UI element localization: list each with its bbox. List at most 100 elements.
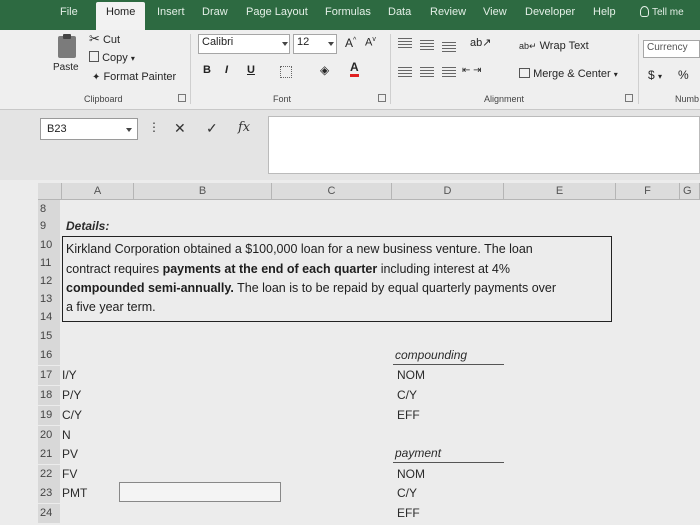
currency-button[interactable]: $ ▾: [648, 68, 662, 82]
pmt-input-cell[interactable]: [119, 482, 281, 502]
clipboard-clip-icon: [63, 34, 71, 39]
name-box[interactable]: B23: [40, 118, 138, 140]
tab-review[interactable]: Review: [430, 6, 466, 18]
align-top-icon[interactable]: [398, 38, 412, 48]
brush-icon: ✦: [92, 72, 101, 83]
compounding-nom: NOM: [397, 368, 425, 382]
row-header-13[interactable]: 13: [38, 290, 60, 309]
paste-button[interactable]: Paste: [50, 34, 84, 84]
underline-button[interactable]: U: [247, 64, 255, 76]
tab-page-layout[interactable]: Page Layout: [246, 6, 308, 18]
row-header-22[interactable]: 22: [38, 465, 60, 484]
details-text: contract requires: [66, 262, 163, 276]
borders-icon[interactable]: [280, 66, 292, 78]
tab-data[interactable]: Data: [388, 6, 411, 18]
tab-developer[interactable]: Developer: [525, 6, 575, 18]
tab-insert[interactable]: Insert: [157, 6, 185, 18]
label-cell-n[interactable]: N: [62, 426, 71, 444]
row-header-16[interactable]: 16: [38, 346, 60, 365]
italic-button[interactable]: I: [225, 64, 228, 76]
cancel-icon[interactable]: ✕: [174, 120, 186, 137]
label-cell-pv[interactable]: PV: [62, 445, 78, 463]
orientation-icon[interactable]: ab↗: [470, 36, 491, 49]
row-header-23[interactable]: 23: [38, 484, 60, 503]
column-header-b[interactable]: B: [134, 183, 272, 200]
label-cell-iy[interactable]: I/Y: [62, 366, 77, 384]
tab-draw[interactable]: Draw: [202, 6, 228, 18]
label-cell-pmt[interactable]: PMT: [62, 484, 87, 502]
details-text: Kirkland Corporation obtained a $100,000…: [66, 242, 533, 256]
label-cell-cy[interactable]: C/Y: [62, 406, 82, 424]
row-header-12[interactable]: 12: [38, 272, 60, 291]
row-header-24[interactable]: 24: [38, 504, 60, 523]
cut-button[interactable]: ✂ Cut: [89, 31, 120, 47]
row-header-15[interactable]: 15: [38, 327, 60, 346]
column-header-g[interactable]: G: [680, 183, 700, 200]
align-left-icon[interactable]: [398, 67, 412, 77]
label-cell-py[interactable]: P/Y: [62, 386, 81, 404]
tell-me-search[interactable]: Tell me: [640, 6, 684, 18]
align-center-icon[interactable]: [420, 67, 434, 77]
bold-button[interactable]: B: [203, 64, 211, 76]
details-line-3: compounded semi-annually. The loan is to…: [66, 281, 556, 295]
enter-icon[interactable]: ✓: [206, 120, 218, 137]
details-bold-text: compounded semi-annually.: [66, 281, 234, 295]
indent-icon[interactable]: ⇤ ⇥: [462, 65, 482, 76]
row-header-14[interactable]: 14: [38, 308, 60, 327]
align-middle-icon[interactable]: [420, 40, 434, 50]
row-header-18[interactable]: 18: [38, 386, 60, 405]
payment-underline: [393, 462, 504, 463]
label-cell-fv[interactable]: FV: [62, 465, 77, 483]
more-options-icon[interactable]: ⋮: [148, 120, 160, 134]
alignment-launcher[interactable]: [625, 94, 633, 102]
tab-help[interactable]: Help: [593, 6, 616, 18]
clipboard-group-label: Clipboard: [84, 94, 123, 104]
row-header-20[interactable]: 20: [38, 426, 60, 445]
column-header-c[interactable]: C: [272, 183, 392, 200]
worksheet-grid: A B C D E F G 8 9 10 11 12 13 14 15 16 1…: [0, 180, 700, 525]
wrap-text-icon: ab↵: [519, 41, 537, 51]
number-format-select[interactable]: Currency: [643, 40, 700, 58]
tab-home[interactable]: Home: [96, 2, 146, 30]
font-color-icon[interactable]: A: [350, 61, 359, 77]
number-format-value: Currency: [647, 42, 688, 53]
row-header-9[interactable]: 9: [38, 217, 60, 236]
align-right-icon[interactable]: [442, 67, 456, 77]
column-header-d[interactable]: D: [392, 183, 504, 200]
tab-formulas[interactable]: Formulas: [325, 6, 371, 18]
font-name-value: Calibri: [202, 36, 234, 48]
format-painter-button[interactable]: ✦ Format Painter: [92, 71, 176, 83]
copy-button[interactable]: Copy ▾: [89, 51, 135, 64]
wrap-text-button[interactable]: ab↵ Wrap Text: [519, 40, 589, 52]
clipboard-launcher[interactable]: [178, 94, 186, 102]
font-launcher[interactable]: [378, 94, 386, 102]
decrease-font-icon[interactable]: Av: [365, 36, 376, 49]
increase-font-icon[interactable]: A^: [345, 36, 356, 50]
column-header-e[interactable]: E: [504, 183, 616, 200]
font-name-select[interactable]: Calibri: [198, 34, 290, 54]
fill-color-icon[interactable]: ◈: [320, 63, 329, 77]
formula-bar: B23 ⋮ ✕ ✓ fx: [0, 110, 700, 180]
insert-function-icon[interactable]: fx: [238, 120, 250, 135]
merge-center-button[interactable]: Merge & Center ▾: [519, 68, 618, 80]
percent-button[interactable]: %: [678, 68, 689, 82]
tab-view[interactable]: View: [483, 6, 507, 18]
formula-input[interactable]: [268, 116, 700, 174]
row-header-21[interactable]: 21: [38, 445, 60, 464]
ribbon-home: Paste ✂ Cut Copy ▾ ✦ Format Painter Clip…: [0, 30, 700, 110]
row-header-17[interactable]: 17: [38, 366, 60, 385]
row-header-11[interactable]: 11: [38, 254, 60, 273]
compounding-eff: EFF: [397, 408, 420, 422]
select-all-corner[interactable]: [38, 183, 62, 200]
align-bottom-icon[interactable]: [442, 42, 456, 52]
row-header-10[interactable]: 10: [38, 236, 60, 255]
details-text: a five year term.: [66, 300, 156, 314]
payment-cy: C/Y: [397, 486, 418, 500]
scissors-icon: ✂: [89, 31, 100, 46]
chevron-down-icon: [282, 42, 288, 46]
format-painter-label: Format Painter: [103, 71, 177, 83]
column-header-a[interactable]: A: [62, 183, 134, 200]
tab-file[interactable]: File: [60, 6, 78, 18]
row-header-19[interactable]: 19: [38, 406, 60, 425]
column-header-f[interactable]: F: [616, 183, 680, 200]
